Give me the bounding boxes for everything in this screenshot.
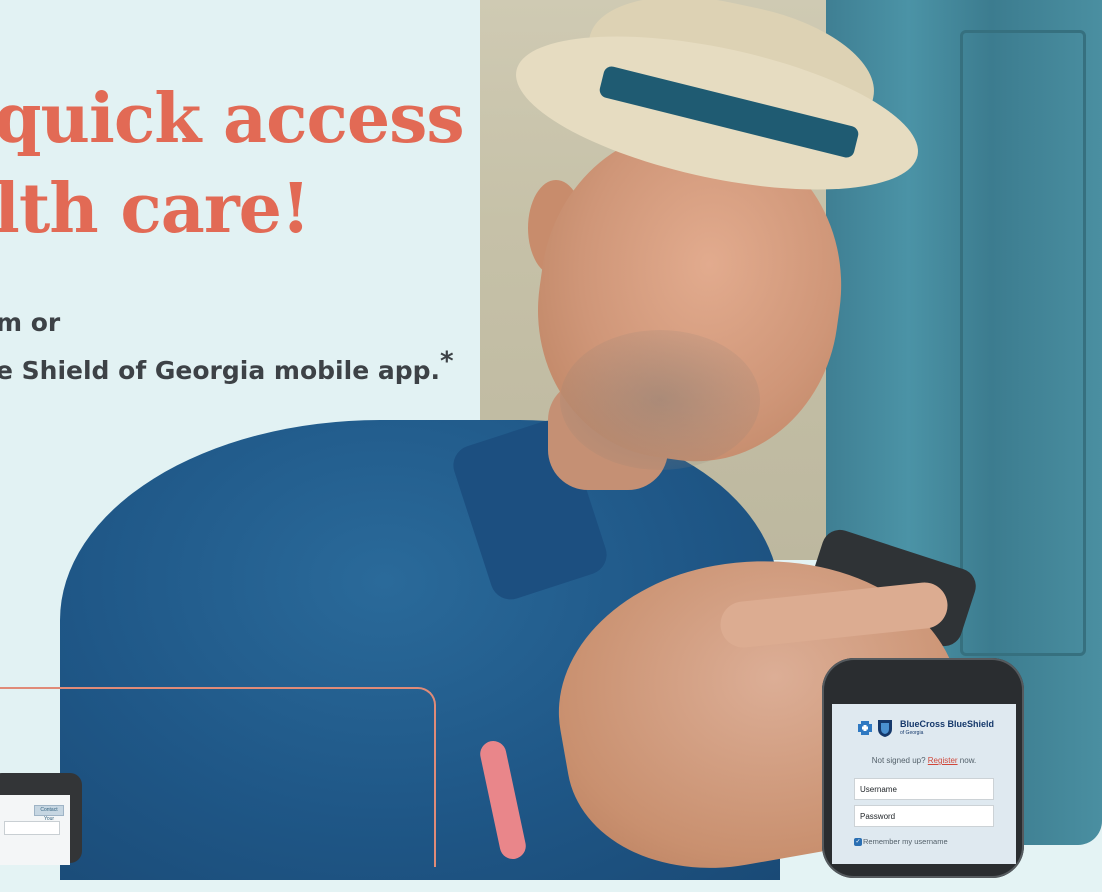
password-field[interactable]: Password bbox=[854, 805, 994, 827]
subheadline-line-1: m or bbox=[0, 308, 61, 337]
mobile-phone-mockup: BlueCross BlueShield of Georgia Not sign… bbox=[822, 658, 1024, 878]
signup-prefix: Not signed up? bbox=[871, 756, 928, 765]
door-panel bbox=[960, 30, 1086, 656]
register-link[interactable]: Register bbox=[928, 756, 958, 765]
bcbs-logo-icon bbox=[858, 720, 892, 737]
tablet-input-field[interactable] bbox=[4, 821, 60, 835]
tablet-contact-button[interactable]: Contact Your bbox=[34, 805, 64, 822]
remember-username[interactable]: ✓ Remember my username bbox=[854, 837, 948, 847]
subheadline-text: e Shield of Georgia mobile app. bbox=[0, 356, 441, 385]
checkbox-checked-icon[interactable]: ✓ bbox=[854, 838, 862, 847]
signup-suffix: now. bbox=[957, 756, 977, 765]
footnote-asterisk: * bbox=[440, 346, 454, 377]
remember-label: Remember my username bbox=[863, 837, 948, 846]
hero-headline: quick access lth care! bbox=[0, 74, 465, 254]
phone-login-screen: BlueCross BlueShield of Georgia Not sign… bbox=[832, 704, 1016, 864]
headline-line-2: lth care! bbox=[0, 169, 311, 249]
subheadline-line-2: e Shield of Georgia mobile app.* bbox=[0, 349, 454, 385]
signup-prompt: Not signed up? Register now. bbox=[832, 756, 1016, 765]
headline-line-1: quick access bbox=[0, 79, 465, 159]
tablet-device: Contact Your bbox=[0, 773, 82, 865]
person-beard bbox=[560, 330, 760, 470]
brand-region: of Georgia bbox=[900, 730, 924, 736]
username-field[interactable]: Username bbox=[854, 778, 994, 800]
brand-name: BlueCross BlueShield bbox=[900, 719, 995, 729]
